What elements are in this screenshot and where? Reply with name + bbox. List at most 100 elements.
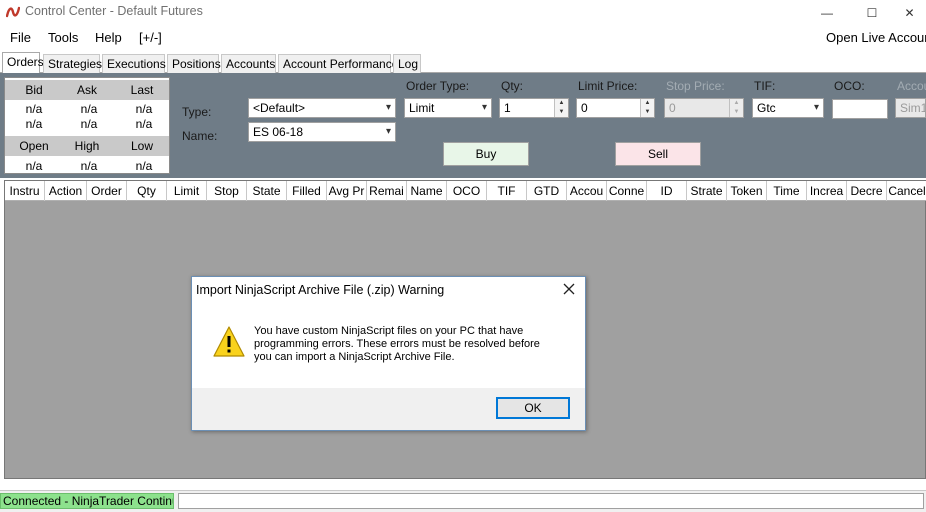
order-type-label: Order Type: <box>406 79 470 93</box>
oco-input[interactable] <box>832 99 888 119</box>
high-header: High <box>74 139 100 153</box>
menu-tools[interactable]: Tools <box>48 30 78 45</box>
status-message-area <box>178 493 924 509</box>
qty-input[interactable]: 1 ▲ ▼ <box>499 98 569 118</box>
ok-button[interactable]: OK <box>496 397 570 419</box>
menu-expand-toggle[interactable]: [+/-] <box>139 30 162 45</box>
dialog-title: Import NinjaScript Archive File (.zip) W… <box>196 283 445 297</box>
connection-status: Connected - NinjaTrader Continuum <box>0 493 174 509</box>
warning-icon <box>213 326 245 357</box>
column-header-connection[interactable]: Conne <box>607 181 647 201</box>
open-header: Open <box>19 139 49 153</box>
stop-price-input: 0 ▲ ▼ <box>664 98 744 118</box>
account-value: Sim10 <box>900 101 925 115</box>
sell-button[interactable]: Sell <box>615 142 701 166</box>
column-header-order[interactable]: Order <box>87 181 127 201</box>
dialog-footer: OK <box>192 388 585 430</box>
column-header-instrument[interactable]: Instru <box>5 181 45 201</box>
column-header-remaining[interactable]: Remai <box>367 181 407 201</box>
tab-account-performance[interactable]: Account Performance <box>278 54 398 74</box>
buy-button[interactable]: Buy <box>443 142 529 166</box>
type-value: <Default> <box>253 101 306 115</box>
tif-label: TIF: <box>754 79 776 93</box>
minimize-button[interactable]: — <box>804 0 850 26</box>
tab-log[interactable]: Log <box>393 54 421 74</box>
last-size: n/a <box>135 117 153 131</box>
tab-executions[interactable]: Executions <box>102 54 166 74</box>
warning-dialog: Import NinjaScript Archive File (.zip) W… <box>191 276 586 431</box>
limit-price-value: 0 <box>581 101 588 115</box>
column-header-name[interactable]: Name <box>407 181 447 201</box>
column-header-tif[interactable]: TIF <box>487 181 527 201</box>
instrument-value: ES 06-18 <box>253 125 304 139</box>
instrument-dropdown[interactable]: ES 06-18 ▾ <box>248 122 396 142</box>
tab-strategies[interactable]: Strategies <box>43 54 102 74</box>
low-value: n/a <box>135 159 153 173</box>
orders-grid-header: Instru Action Order Qty Limit Stop State… <box>5 181 926 201</box>
name-label: Name: <box>182 129 218 143</box>
bid-size: n/a <box>25 117 43 131</box>
tif-dropdown[interactable]: Gtc ▾ <box>752 98 824 118</box>
chevron-down-icon: ▾ <box>385 102 391 113</box>
dialog-body: You have custom NinjaScript files on you… <box>192 305 585 388</box>
open-live-account-link[interactable]: Open Live Account <box>826 30 926 45</box>
close-button[interactable]: ✕ <box>893 0 926 26</box>
qty-label: Qty: <box>501 79 524 93</box>
limit-price-input[interactable]: 0 ▲ ▼ <box>576 98 655 118</box>
open-value: n/a <box>25 159 43 173</box>
stop-price-value: 0 <box>669 101 676 115</box>
close-icon[interactable] <box>561 281 577 297</box>
ninjatrader-logo-icon <box>6 6 20 18</box>
oco-label: OCO: <box>834 79 865 93</box>
tab-positions[interactable]: Positions <box>167 54 221 74</box>
column-header-stop[interactable]: Stop <box>207 181 247 201</box>
limit-price-label: Limit Price: <box>578 79 638 93</box>
column-header-qty[interactable]: Qty <box>127 181 167 201</box>
qty-spinner[interactable]: ▲ ▼ <box>554 99 568 117</box>
column-header-strategy[interactable]: Strate <box>687 181 727 201</box>
title-bar: Control Center - Default Futures — ☐ ✕ <box>0 0 926 26</box>
order-entry-panel: Bid Ask Last n/a n/a n/a n/a n/a n/a Ope… <box>0 73 926 178</box>
column-header-increase[interactable]: Increa <box>807 181 847 201</box>
column-header-decrease[interactable]: Decre <box>847 181 887 201</box>
tab-orders[interactable]: Orders <box>2 52 44 74</box>
market-quote-box: Bid Ask Last n/a n/a n/a n/a n/a n/a Ope… <box>4 77 170 174</box>
column-header-account[interactable]: Accou <box>567 181 607 201</box>
limit-price-spinner[interactable]: ▲ ▼ <box>640 99 654 117</box>
ask-header: Ask <box>76 83 97 97</box>
account-dropdown[interactable]: Sim10 <box>895 98 926 118</box>
last-value: n/a <box>135 102 153 116</box>
maximize-button[interactable]: ☐ <box>849 0 895 26</box>
column-header-oco[interactable]: OCO <box>447 181 487 201</box>
column-header-action[interactable]: Action <box>45 181 87 201</box>
status-bar: Connected - NinjaTrader Continuum <box>0 490 926 512</box>
column-header-time[interactable]: Time <box>767 181 807 201</box>
type-dropdown[interactable]: <Default> ▾ <box>248 98 396 118</box>
chevron-down-icon: ▾ <box>481 102 487 113</box>
column-header-id[interactable]: ID <box>647 181 687 201</box>
column-header-state[interactable]: State <box>247 181 287 201</box>
column-header-cancel[interactable]: Cancel <box>887 181 926 201</box>
menu-help[interactable]: Help <box>95 30 122 45</box>
column-header-avg-price[interactable]: Avg Pr <box>327 181 367 201</box>
type-label: Type: <box>182 105 212 119</box>
ask-value: n/a <box>80 102 98 116</box>
order-type-dropdown[interactable]: Limit ▾ <box>404 98 492 118</box>
window-title: Control Center - Default Futures <box>25 4 203 18</box>
order-type-value: Limit <box>409 101 435 115</box>
column-header-limit[interactable]: Limit <box>167 181 207 201</box>
column-header-filled[interactable]: Filled <box>287 181 327 201</box>
menu-bar: File Tools Help [+/-] Open Live Account <box>0 27 926 49</box>
menu-file[interactable]: File <box>10 30 31 45</box>
ask-size: n/a <box>80 117 98 131</box>
account-label: Accou <box>897 79 926 93</box>
tab-accounts[interactable]: Accounts <box>221 54 276 74</box>
low-header: Low <box>130 139 153 153</box>
tif-value: Gtc <box>757 101 776 115</box>
bid-header: Bid <box>25 83 43 97</box>
column-header-gtd[interactable]: GTD <box>527 181 567 201</box>
stop-price-spinner: ▲ ▼ <box>729 99 743 117</box>
dialog-message: You have custom NinjaScript files on you… <box>254 325 540 363</box>
column-header-token[interactable]: Token <box>727 181 767 201</box>
stop-price-label: Stop Price: <box>666 79 725 93</box>
